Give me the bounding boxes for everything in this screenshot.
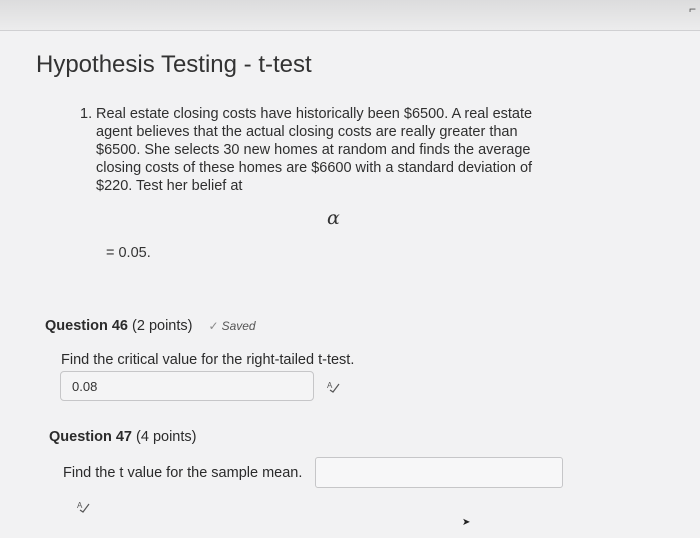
alpha-value: = 0.05. xyxy=(106,245,151,261)
spellcheck-icon[interactable]: A xyxy=(76,499,90,513)
problem-line: Real estate closing costs have historica… xyxy=(96,106,533,122)
svg-text:A: A xyxy=(327,381,333,390)
question-46-answer[interactable]: 0.08 xyxy=(60,371,314,401)
question-47-prompt: Find the t value for the sample mean. xyxy=(63,465,303,481)
browser-top-bar: ⌐ xyxy=(0,0,700,31)
question-46-header: Question 46 (2 points) ✓ Saved xyxy=(45,318,256,334)
saved-status: ✓ Saved xyxy=(209,319,256,333)
question-46-points: (2 points) xyxy=(132,318,193,334)
alpha-symbol: α xyxy=(327,207,340,229)
problem-line: $220. Test her belief at xyxy=(96,178,243,194)
problem-statement: 1. Real estate closing costs have histor… xyxy=(80,105,560,195)
question-47-title: Question 47 xyxy=(49,429,132,445)
problem-line: agent believes that the actual closing c… xyxy=(96,124,518,140)
page-title: Hypothesis Testing - t-test xyxy=(36,51,312,78)
question-47-points: (4 points) xyxy=(136,429,197,445)
question-46-prompt: Find the critical value for the right-ta… xyxy=(61,352,355,368)
question-47-answer-input[interactable] xyxy=(315,457,563,488)
question-46-title: Question 46 xyxy=(45,318,128,334)
check-icon: ✓ xyxy=(208,319,219,333)
saved-label: Saved xyxy=(221,319,256,333)
problem-line: $6500. She selects 30 new homes at rando… xyxy=(96,142,531,158)
question-47-header: Question 47 (4 points) xyxy=(49,429,196,445)
corner-icon: ⌐ xyxy=(688,2,696,16)
svg-text:A: A xyxy=(77,501,83,510)
problem-number: 1. xyxy=(80,106,93,122)
cursor-icon: ➤ xyxy=(462,517,471,528)
quiz-content: Hypothesis Testing - t-test 1. Real esta… xyxy=(0,31,700,538)
spellcheck-icon[interactable]: A xyxy=(326,379,340,393)
problem-line: closing costs of these homes are $6600 w… xyxy=(96,160,533,176)
